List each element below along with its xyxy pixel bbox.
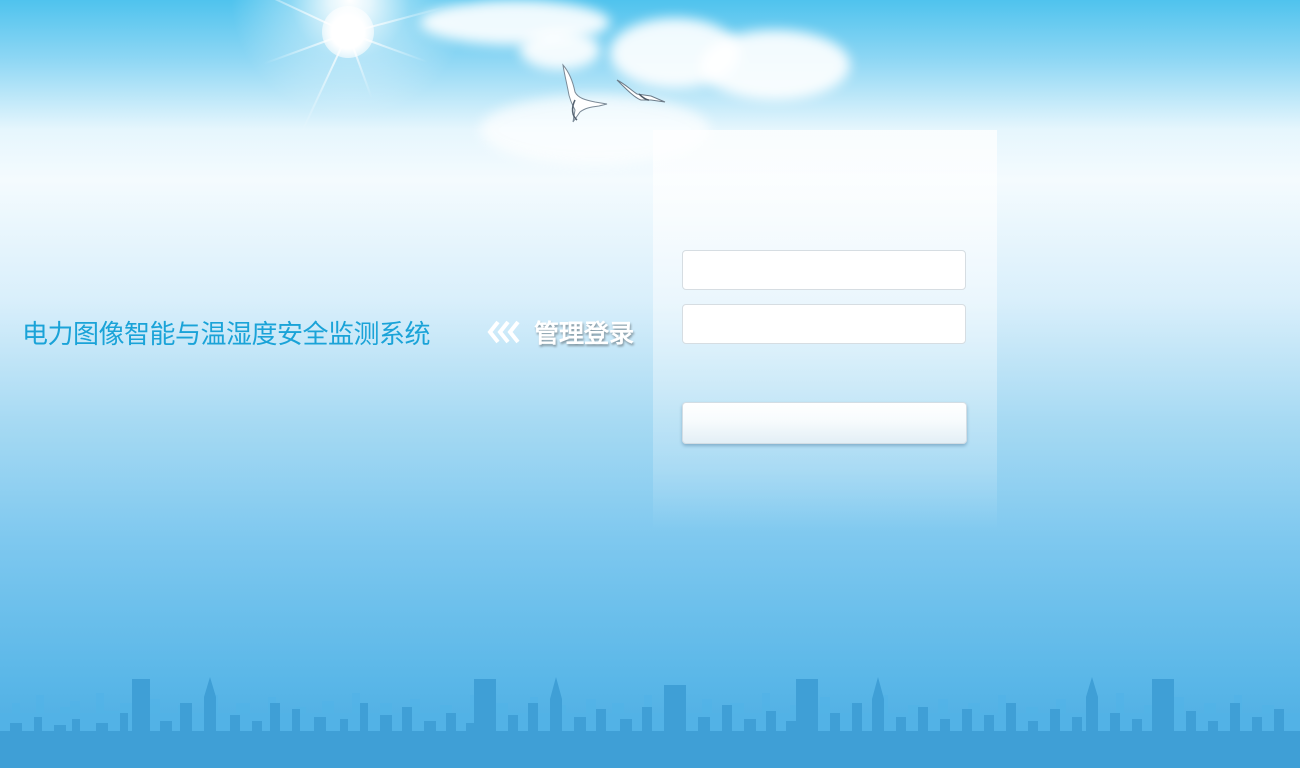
login-panel bbox=[653, 130, 997, 530]
login-heading: 管理登录 bbox=[534, 319, 635, 348]
password-input[interactable] bbox=[682, 304, 966, 344]
city-skyline-icon bbox=[0, 677, 1300, 768]
seagulls-icon bbox=[562, 63, 666, 123]
login-button[interactable] bbox=[682, 402, 967, 444]
username-input[interactable] bbox=[682, 250, 966, 290]
cloud bbox=[700, 30, 850, 100]
sun-icon bbox=[322, 6, 374, 58]
chevrons-left-icon bbox=[487, 320, 520, 344]
system-title: 电力图像智能与温湿度安全监测系统 bbox=[22, 320, 431, 350]
